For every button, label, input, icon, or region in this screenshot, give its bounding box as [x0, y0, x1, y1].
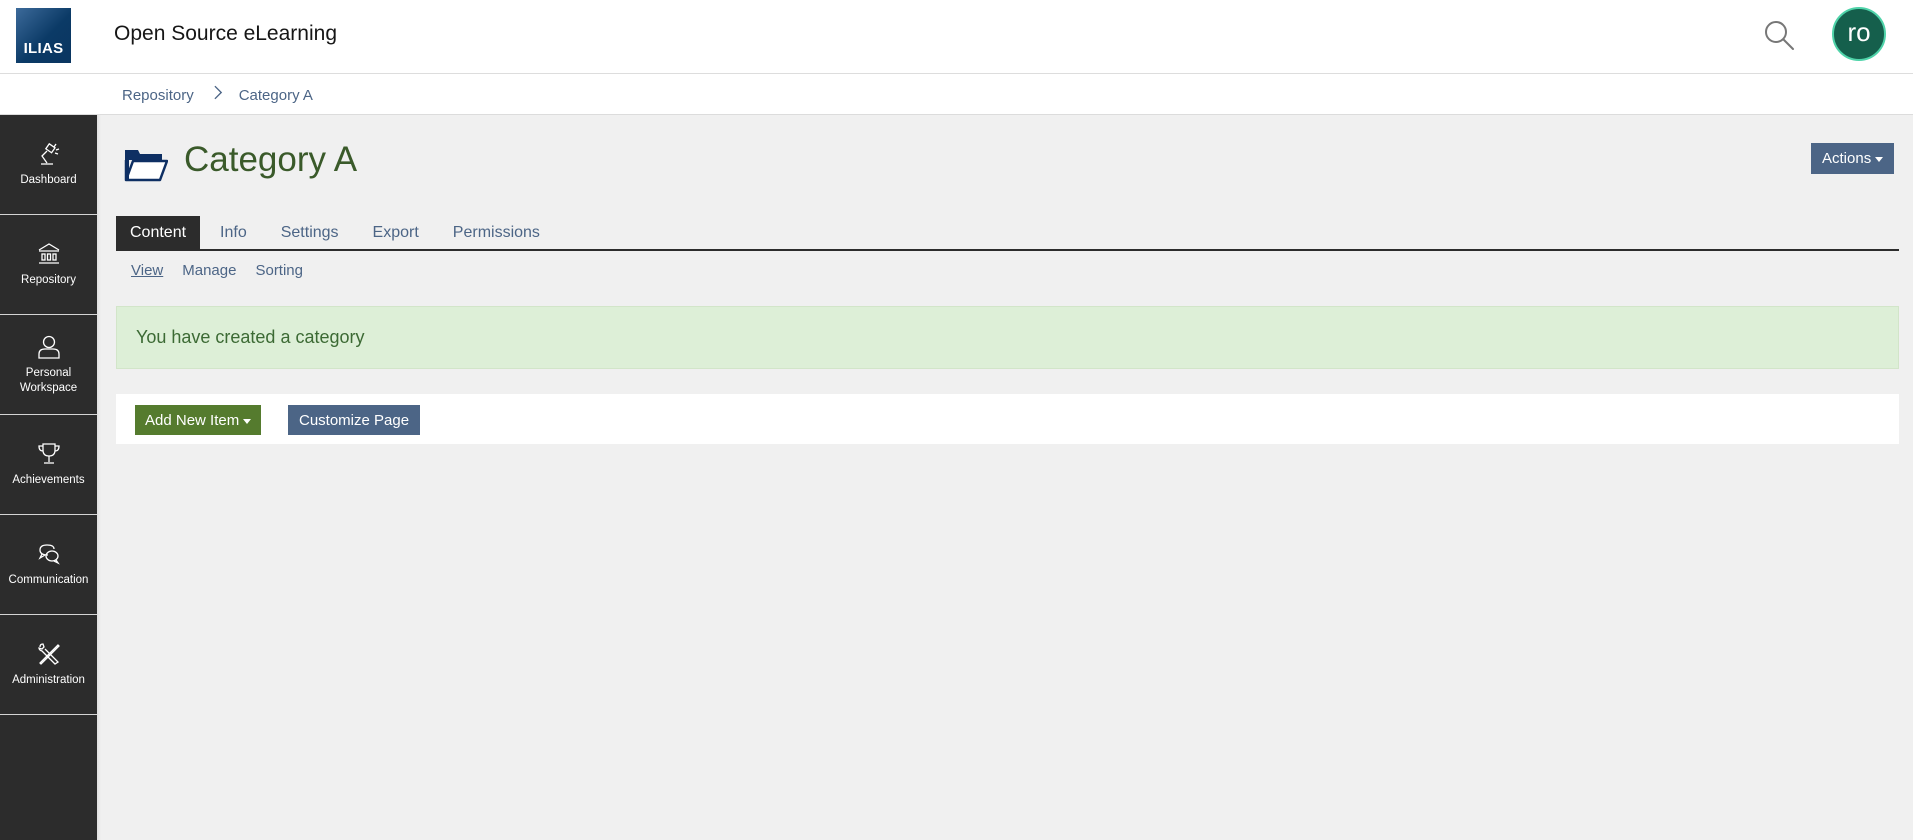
subtab-bar: View Manage Sorting: [131, 262, 322, 279]
content-toolbar: Add New Item Customize Page: [116, 394, 1899, 444]
user-avatar[interactable]: ro: [1832, 7, 1886, 61]
folder-icon: [124, 150, 168, 182]
tools-icon: [37, 643, 60, 665]
sidebar-item-label: Communication: [8, 574, 89, 587]
tab-settings[interactable]: Settings: [267, 216, 353, 249]
actions-dropdown-button[interactable]: Actions: [1811, 143, 1895, 174]
chat-bubbles-icon: [37, 544, 60, 565]
add-new-item-button[interactable]: Add New Item: [135, 405, 262, 435]
search-button[interactable]: [1762, 18, 1796, 52]
main-sidebar: Dashboard Repository Personal Workspace …: [0, 115, 97, 840]
sidebar-item-administration[interactable]: Administration: [0, 615, 97, 715]
subtab-view[interactable]: View: [131, 262, 163, 279]
caret-down-icon: [243, 418, 252, 424]
caret-down-icon: [1875, 157, 1884, 162]
success-message-text: You have created a category: [136, 327, 365, 347]
add-new-item-label: Add New Item: [145, 411, 240, 429]
sidebar-item-repository[interactable]: Repository: [0, 215, 97, 315]
user-icon: [37, 335, 60, 359]
sidebar-item-label: Personal Workspace: [19, 366, 78, 394]
customize-page-button[interactable]: Customize Page: [288, 405, 421, 435]
tab-content[interactable]: Content: [116, 216, 201, 249]
sidebar-item-achievements[interactable]: Achievements: [0, 415, 97, 515]
bank-building-icon: [38, 243, 59, 264]
breadcrumb: Repository Category A: [122, 85, 313, 105]
sidebar-shadow: [97, 115, 101, 840]
breadcrumb-bar: Repository Category A: [0, 74, 1913, 115]
site-title: Open Source eLearning: [114, 22, 337, 45]
trophy-icon: [37, 443, 60, 464]
actions-label: Actions: [1822, 150, 1872, 167]
sidebar-item-label: Repository: [21, 274, 76, 287]
subtab-sorting[interactable]: Sorting: [255, 262, 303, 279]
top-header: ILIAS Open Source eLearning ro: [0, 0, 1913, 74]
page-title: Category A: [184, 140, 358, 179]
tab-export[interactable]: Export: [359, 216, 433, 249]
success-message: You have created a category: [116, 306, 1899, 369]
ilias-logo[interactable]: ILIAS: [16, 8, 71, 63]
search-icon: [1765, 21, 1794, 50]
breadcrumb-item-category-a[interactable]: Category A: [239, 87, 313, 104]
desk-lamp-icon: [40, 142, 59, 165]
sidebar-item-communication[interactable]: Communication: [0, 515, 97, 615]
tab-bar: Content Info Settings Export Permissions: [116, 216, 1899, 251]
tab-info[interactable]: Info: [206, 216, 261, 249]
sidebar-item-label: Administration: [12, 674, 85, 687]
sidebar-item-label: Dashboard: [20, 174, 77, 187]
sidebar-item-label: Achievements: [12, 474, 85, 487]
tab-permissions[interactable]: Permissions: [439, 216, 554, 249]
sidebar-item-dashboard[interactable]: Dashboard: [0, 115, 97, 215]
subtab-manage[interactable]: Manage: [182, 262, 236, 279]
chevron-right-icon: [214, 85, 223, 105]
breadcrumb-item-repository[interactable]: Repository: [122, 87, 194, 104]
sidebar-item-personal-workspace[interactable]: Personal Workspace: [0, 315, 97, 415]
